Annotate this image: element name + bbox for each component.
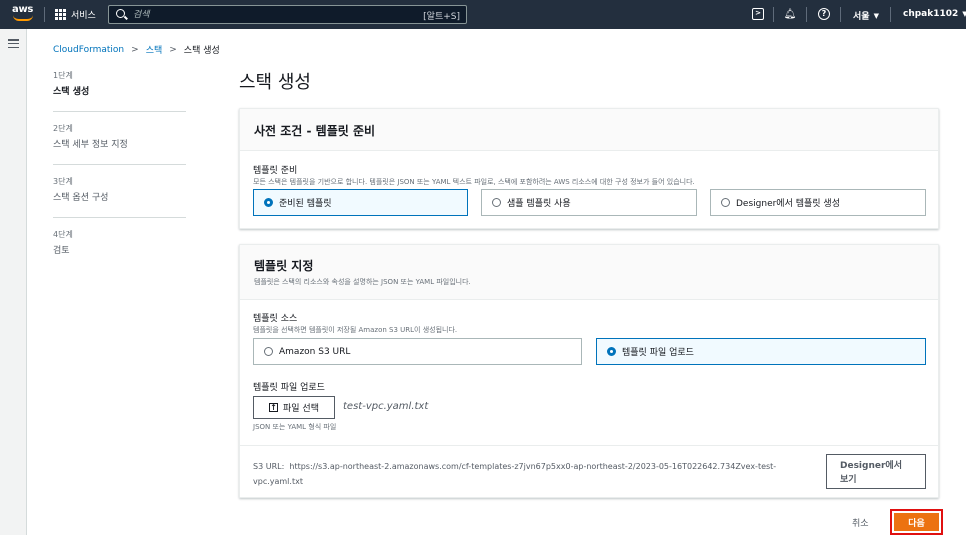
step-label: 스택 옵션 구성 — [53, 193, 109, 203]
option-sample-template[interactable]: 샘플 템플릿 사용 — [481, 189, 697, 216]
breadcrumb-current: 스택 생성 — [183, 46, 220, 56]
specify-template-desc: 템플릿은 스택의 리소스와 속성을 설명하는 JSON 또는 YAML 파일입니… — [254, 278, 471, 286]
prereq-panel-title: 사전 조건 - 템플릿 준비 — [254, 124, 376, 138]
wizard-step-2: 2단계 스택 세부 정보 지정 — [53, 123, 186, 165]
radio-unselected[interactable] — [492, 198, 501, 207]
top-navigation: aws 서비스 [알트+S] > 🔔︎ ? 서울 ▼ chpak1102 ▼ — [0, 0, 966, 29]
file-format-hint: JSON 또는 YAML 형식 파일 — [253, 423, 337, 431]
step-number: 4단계 — [53, 230, 73, 239]
template-source-desc: 템플릿을 선택하면 템플릿이 저장될 Amazon S3 URL이 생성됩니다. — [253, 326, 458, 334]
nav-divider — [44, 7, 45, 22]
wizard-step-3: 3단계 스택 옵션 구성 — [53, 176, 186, 218]
option-label: Amazon S3 URL — [279, 346, 351, 357]
prereq-panel-header: 사전 조건 - 템플릿 준비 — [240, 109, 938, 151]
radio-unselected[interactable] — [721, 198, 730, 207]
page-title: 스택 생성 — [239, 72, 311, 93]
region-label: 서울 — [853, 12, 870, 22]
step-label: 스택 세부 정보 지정 — [53, 140, 128, 150]
radio-selected[interactable] — [607, 347, 616, 356]
account-menu[interactable]: chpak1102 ▼ — [903, 9, 966, 19]
radio-unselected[interactable] — [264, 347, 273, 356]
radio-selected[interactable] — [264, 198, 273, 207]
search-icon — [116, 9, 125, 18]
help-button[interactable]: ? — [817, 7, 831, 21]
option-template-ready[interactable]: 준비된 템플릿 — [253, 189, 468, 216]
nav-divider — [840, 7, 841, 22]
template-source-label: 템플릿 소스 — [253, 314, 298, 324]
nav-divider — [890, 7, 891, 22]
global-search[interactable]: [알트+S] — [108, 5, 467, 24]
nav-divider — [806, 7, 807, 22]
s3-url-value: https://s3.ap-northeast-2.amazonaws.com/… — [253, 462, 777, 486]
step-label: 검토 — [53, 246, 70, 256]
breadcrumb: CloudFormation > 스택 > 스택 생성 — [53, 43, 220, 57]
aws-logo[interactable]: aws — [12, 4, 34, 24]
menu-icon[interactable] — [8, 39, 19, 48]
s3-url-label: S3 URL: — [253, 462, 285, 471]
step-number: 3단계 — [53, 177, 73, 186]
breadcrumb-cloudformation[interactable]: CloudFormation — [53, 45, 124, 55]
aws-logo-text: aws — [12, 4, 34, 15]
bell-icon: 🔔︎ — [783, 8, 797, 20]
specify-template-header: 템플릿 지정 템플릿은 스택의 리소스와 속성을 설명하는 JSON 또는 YA… — [240, 245, 938, 300]
grid-icon — [55, 9, 66, 20]
option-label: 템플릿 파일 업로드 — [622, 348, 694, 358]
cancel-button[interactable]: 취소 — [852, 516, 869, 529]
cloudshell-icon: > — [752, 8, 764, 20]
services-menu-button[interactable]: 서비스 — [55, 8, 96, 21]
option-label: 샘플 템플릿 사용 — [507, 199, 571, 209]
option-label: Designer에서 템플릿 생성 — [736, 199, 840, 209]
choose-file-button[interactable]: ↑ 파일 선택 — [253, 396, 335, 419]
notifications-button[interactable]: 🔔︎ — [783, 7, 797, 21]
next-button[interactable]: 다음 — [894, 513, 939, 531]
prepare-template-label: 템플릿 준비 — [253, 166, 298, 176]
s3-divider — [240, 445, 938, 446]
chevron-right-icon: > — [169, 44, 177, 55]
search-shortcut-hint: [알트+S] — [423, 12, 460, 22]
chevron-right-icon: > — [131, 44, 139, 55]
selected-file-name: test-vpc.yaml.txt — [343, 401, 429, 412]
breadcrumb-stacks[interactable]: 스택 — [146, 43, 163, 56]
step-number: 1단계 — [53, 71, 73, 80]
choose-file-label: 파일 선택 — [283, 404, 319, 414]
option-designer-template[interactable]: Designer에서 템플릿 생성 — [710, 189, 926, 216]
caret-down-icon: ▼ — [962, 10, 966, 18]
services-label: 서비스 — [71, 11, 96, 21]
next-button-highlight: 다음 — [890, 509, 943, 535]
wizard-steps: 1단계 스택 생성 2단계 스택 세부 정보 지정 3단계 스택 옵션 구성 4… — [53, 70, 186, 281]
wizard-step-4: 4단계 검토 — [53, 229, 186, 270]
s3-url-display: S3 URL: https://s3.ap-northeast-2.amazon… — [253, 459, 823, 489]
option-label: 준비된 템플릿 — [279, 199, 332, 209]
account-label: chpak1102 — [903, 9, 959, 19]
wizard-step-1: 1단계 스택 생성 — [53, 70, 186, 112]
caret-down-icon: ▼ — [873, 11, 879, 20]
specify-template-title: 템플릿 지정 — [254, 259, 314, 273]
upload-file-label: 템플릿 파일 업로드 — [253, 383, 325, 393]
source-upload-file[interactable]: 템플릿 파일 업로드 — [596, 338, 926, 365]
source-s3-url[interactable]: Amazon S3 URL — [253, 338, 582, 365]
prepare-template-desc: 모든 스택은 템플릿을 기반으로 합니다. 템플릿은 JSON 또는 YAML … — [253, 178, 695, 186]
help-icon: ? — [818, 8, 830, 20]
upload-icon: ↑ — [269, 403, 278, 412]
view-in-designer-button[interactable]: Designer에서 보기 — [826, 454, 926, 489]
aws-smile-icon — [13, 15, 33, 21]
region-selector[interactable]: 서울 ▼ — [853, 9, 879, 23]
cloudshell-button[interactable]: > — [751, 7, 765, 21]
search-input[interactable] — [133, 8, 413, 21]
nav-divider — [773, 7, 774, 22]
step-label: 스택 생성 — [53, 87, 90, 97]
step-number: 2단계 — [53, 124, 73, 133]
